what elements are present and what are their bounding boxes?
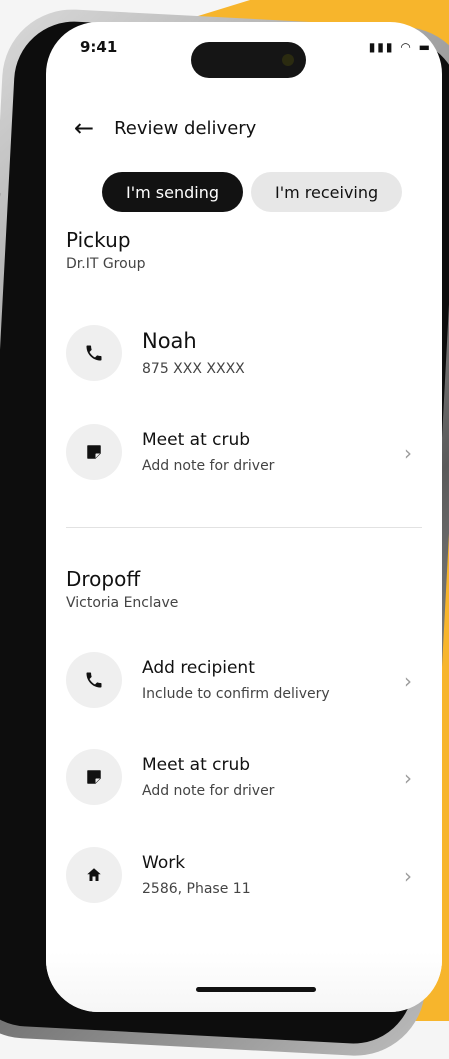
pickup-contact-row[interactable]: Noah 875 XXX XXXX xyxy=(66,318,432,388)
dropoff-recipient-title: Add recipient xyxy=(142,658,330,678)
home-indicator xyxy=(196,987,316,992)
section-divider xyxy=(66,527,422,528)
mode-toggle: I'm sending I'm receiving xyxy=(102,172,402,212)
dropoff-section-header: Dropoff Victoria Enclave xyxy=(66,567,426,611)
home-icon xyxy=(85,866,103,884)
dropoff-address-icon-wrap xyxy=(66,847,122,903)
dropoff-subtitle: Victoria Enclave xyxy=(66,595,426,611)
note-icon xyxy=(85,768,103,786)
dropoff-address-title: Work xyxy=(142,853,251,873)
top-header: ← Review delivery xyxy=(74,114,256,142)
battery-icon: ▬ xyxy=(419,40,432,54)
chevron-right-icon: › xyxy=(404,766,412,790)
app-screen: 9:41 ▮▮▮ ◠ ▬ ← Review delivery I'm sendi… xyxy=(46,22,442,1012)
pickup-section-header: Pickup Dr.IT Group xyxy=(66,228,426,272)
tab-sending[interactable]: I'm sending xyxy=(102,172,243,212)
phone-icon xyxy=(84,343,104,363)
tab-receiving-label: I'm receiving xyxy=(275,183,378,202)
dropoff-note-row[interactable]: Meet at crub Add note for driver › xyxy=(66,742,432,812)
page-title: Review delivery xyxy=(114,118,256,139)
signal-icon: ▮▮▮ xyxy=(369,40,395,54)
phone-icon xyxy=(84,670,104,690)
back-arrow-icon[interactable]: ← xyxy=(74,114,94,142)
pickup-note-row[interactable]: Meet at crub Add note for driver › xyxy=(66,417,432,487)
chevron-right-icon: › xyxy=(404,669,412,693)
dropoff-address-row[interactable]: Work 2586, Phase 11 › xyxy=(66,840,432,910)
tab-sending-label: I'm sending xyxy=(126,183,219,202)
dropoff-address-subtitle: 2586, Phase 11 xyxy=(142,881,251,897)
dropoff-note-icon-wrap xyxy=(66,749,122,805)
pickup-note-title: Meet at crub xyxy=(142,430,274,450)
pickup-note-icon-wrap xyxy=(66,424,122,480)
pickup-subtitle: Dr.IT Group xyxy=(66,256,426,272)
wifi-icon: ◠ xyxy=(400,40,412,54)
chevron-right-icon: › xyxy=(404,441,412,465)
pickup-title: Pickup xyxy=(66,228,426,252)
dropoff-recipient-icon-wrap xyxy=(66,652,122,708)
pickup-note-subtitle: Add note for driver xyxy=(142,458,274,474)
tab-receiving[interactable]: I'm receiving xyxy=(251,172,402,212)
dropoff-note-subtitle: Add note for driver xyxy=(142,783,274,799)
dynamic-island xyxy=(191,42,306,78)
status-time: 9:41 xyxy=(80,38,117,56)
dropoff-recipient-subtitle: Include to confirm delivery xyxy=(142,686,330,702)
status-bar: 9:41 ▮▮▮ ◠ ▬ xyxy=(46,22,442,82)
pickup-contact-icon-wrap xyxy=(66,325,122,381)
dropoff-note-title: Meet at crub xyxy=(142,755,274,775)
system-icons: ▮▮▮ ◠ ▬ xyxy=(369,40,432,54)
note-icon xyxy=(85,443,103,461)
camera-icon xyxy=(282,54,294,66)
dropoff-title: Dropoff xyxy=(66,567,426,591)
bottom-fade xyxy=(46,952,442,1012)
pickup-contact-phone: 875 XXX XXXX xyxy=(142,361,245,377)
chevron-right-icon: › xyxy=(404,864,412,888)
dropoff-recipient-row[interactable]: Add recipient Include to confirm deliver… xyxy=(66,645,432,715)
pickup-contact-name: Noah xyxy=(142,329,245,353)
